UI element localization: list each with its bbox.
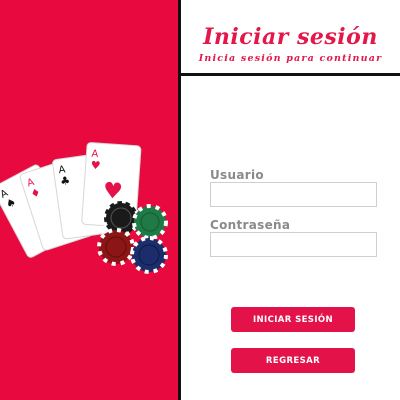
page-title: Iniciar sesión (203, 24, 378, 50)
username-label: Usuario (210, 168, 264, 182)
page-subtitle: Inicia sesión para continuar (198, 53, 383, 64)
header-divider (178, 73, 400, 76)
red-chip (97, 228, 135, 266)
poker-cards-illustration: A ♠ A ♦ A ♣ A ♥ ♥ (0, 142, 168, 274)
card-suit: ♣ (59, 174, 71, 188)
card-center-suit: ♥ (102, 179, 123, 205)
blue-chip (130, 236, 168, 274)
card-suit: ♥ (90, 159, 101, 173)
password-label: Contraseña (210, 218, 291, 232)
password-input[interactable] (210, 232, 377, 257)
username-input[interactable] (210, 182, 377, 207)
green-chip (132, 204, 168, 240)
back-button[interactable]: REGRESAR (231, 348, 355, 373)
login-button[interactable]: INICIAR SESIÓN (231, 307, 355, 332)
